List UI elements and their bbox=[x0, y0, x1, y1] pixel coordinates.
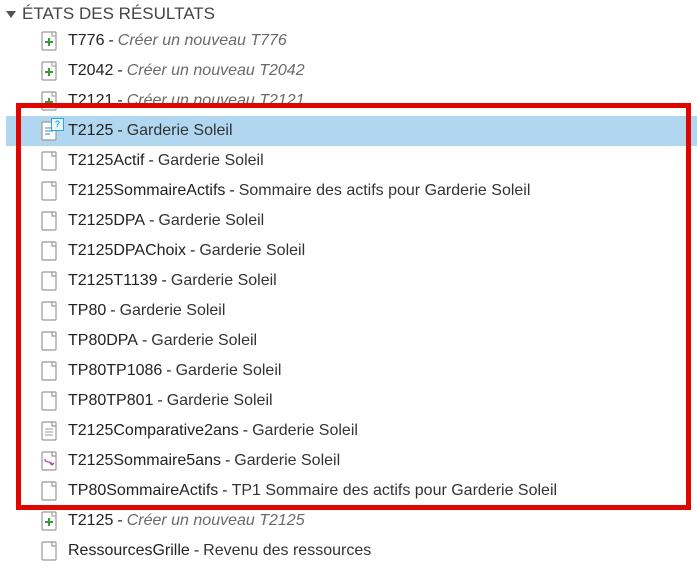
document-arrow-icon bbox=[40, 450, 58, 472]
row-dash: - bbox=[117, 92, 122, 110]
row-code: T2125Comparative2ans bbox=[68, 422, 239, 440]
row-code: TP80TP1086 bbox=[68, 362, 162, 380]
row-label: Créer un nouveau T776 bbox=[118, 32, 287, 50]
row-tp80tp801[interactable]: TP80TP801 - Garderie Soleil bbox=[6, 386, 697, 416]
new-document-icon bbox=[40, 30, 58, 52]
document-icon bbox=[40, 150, 58, 172]
row-label: Garderie Soleil bbox=[252, 422, 358, 440]
row-code: TP80TP801 bbox=[68, 392, 153, 410]
row-code: T776 bbox=[68, 32, 104, 50]
row-dash: - bbox=[225, 452, 230, 470]
section-title: ÉTATS DES RÉSULTATS bbox=[22, 4, 215, 24]
row-code: TP80SommaireActifs bbox=[68, 482, 218, 500]
document-icon bbox=[40, 480, 58, 502]
row-code: T2125Sommaire5ans bbox=[68, 452, 221, 470]
document-icon bbox=[40, 240, 58, 262]
row-t2125dpa[interactable]: T2125DPA - Garderie Soleil bbox=[6, 206, 697, 236]
row-label: Garderie Soleil bbox=[120, 302, 226, 320]
row-t2125dpachoix[interactable]: T2125DPAChoix - Garderie Soleil bbox=[6, 236, 697, 266]
row-dash: - bbox=[243, 422, 248, 440]
row-label: Créer un nouveau T2121 bbox=[127, 92, 305, 110]
row-dash: - bbox=[117, 62, 122, 80]
row-code: T2125DPA bbox=[68, 212, 145, 230]
help-badge-icon: ? bbox=[51, 118, 64, 131]
row-code: TP80 bbox=[68, 302, 106, 320]
row-code: T2125T1139 bbox=[68, 272, 158, 290]
row-dash: - bbox=[117, 512, 122, 530]
row-ressgrille[interactable]: RessourcesGrille - Revenu des ressources bbox=[6, 536, 697, 566]
row-t2042[interactable]: T2042 - Créer un nouveau T2042 bbox=[6, 56, 697, 86]
row-code: T2125 bbox=[68, 122, 113, 140]
row-code: T2125DPAChoix bbox=[68, 242, 186, 260]
row-label: Garderie Soleil bbox=[176, 362, 282, 380]
document-icon bbox=[40, 210, 58, 232]
row-label: Garderie Soleil bbox=[199, 242, 305, 260]
row-dash: - bbox=[162, 272, 167, 290]
row-tp80[interactable]: TP80 - Garderie Soleil bbox=[6, 296, 697, 326]
row-dash: - bbox=[229, 182, 234, 200]
row-dash: - bbox=[110, 302, 115, 320]
row-label: Garderie Soleil bbox=[171, 272, 277, 290]
new-document-icon bbox=[40, 60, 58, 82]
row-label: Garderie Soleil bbox=[234, 452, 340, 470]
row-t2125t1139[interactable]: T2125T1139 - Garderie Soleil bbox=[6, 266, 697, 296]
document-icon bbox=[40, 270, 58, 292]
row-tp80dpa[interactable]: TP80DPA - Garderie Soleil bbox=[6, 326, 697, 356]
row-dash: - bbox=[108, 32, 113, 50]
document-icon bbox=[40, 540, 58, 562]
document-lines-icon bbox=[40, 420, 58, 442]
row-t2121[interactable]: T2121 - Créer un nouveau T2121 bbox=[6, 86, 697, 116]
row-label: Garderie Soleil bbox=[127, 122, 233, 140]
row-label: Garderie Soleil bbox=[158, 212, 264, 230]
row-code: RessourcesGrille bbox=[68, 542, 190, 560]
row-label: Garderie Soleil bbox=[158, 152, 264, 170]
section-header[interactable]: ÉTATS DES RÉSULTATS bbox=[6, 4, 697, 24]
row-dash: - bbox=[157, 392, 162, 410]
row-t2125-sel[interactable]: ? T2125 - Garderie Soleil bbox=[6, 116, 697, 146]
row-label: Créer un nouveau T2125 bbox=[127, 512, 305, 530]
row-t776[interactable]: T776 - Créer un nouveau T776 bbox=[6, 26, 697, 56]
row-code: T2125SommaireActifs bbox=[68, 182, 225, 200]
document-icon bbox=[40, 330, 58, 352]
row-t2125actif[interactable]: T2125Actif - Garderie Soleil bbox=[6, 146, 697, 176]
row-label: Garderie Soleil bbox=[151, 332, 257, 350]
row-label: Revenu des ressources bbox=[203, 542, 371, 560]
row-dash: - bbox=[194, 542, 199, 560]
row-code: T2042 bbox=[68, 62, 113, 80]
tree-root: ÉTATS DES RÉSULTATS T776 - Créer un nouv… bbox=[0, 0, 697, 572]
document-icon bbox=[40, 180, 58, 202]
row-dash: - bbox=[166, 362, 171, 380]
new-document-icon bbox=[40, 90, 58, 112]
row-t2125comp2[interactable]: T2125Comparative2ans - Garderie Soleil bbox=[6, 416, 697, 446]
document-icon bbox=[40, 390, 58, 412]
document-icon bbox=[40, 300, 58, 322]
row-label: Sommaire des actifs pour Garderie Soleil bbox=[239, 182, 531, 200]
document-selected-icon: ? bbox=[40, 120, 58, 142]
row-code: T2125 bbox=[68, 512, 113, 530]
new-document-icon bbox=[40, 510, 58, 532]
row-label: Créer un nouveau T2042 bbox=[127, 62, 305, 80]
row-label: Garderie Soleil bbox=[167, 392, 273, 410]
row-code: TP80DPA bbox=[68, 332, 138, 350]
row-tp80tp1086[interactable]: TP80TP1086 - Garderie Soleil bbox=[6, 356, 697, 386]
tree-rows: T776 - Créer un nouveau T776T2042 - Crée… bbox=[6, 26, 697, 566]
row-dash: - bbox=[148, 152, 153, 170]
row-dash: - bbox=[149, 212, 154, 230]
row-dash: - bbox=[117, 122, 122, 140]
row-dash: - bbox=[142, 332, 147, 350]
row-code: T2121 bbox=[68, 92, 113, 110]
row-dash: - bbox=[222, 482, 227, 500]
row-t2125sommactifs[interactable]: T2125SommaireActifs - Sommaire des actif… bbox=[6, 176, 697, 206]
row-label: TP1 Sommaire des actifs pour Garderie So… bbox=[232, 482, 557, 500]
row-t2125somm5[interactable]: T2125Sommaire5ans - Garderie Soleil bbox=[6, 446, 697, 476]
document-icon bbox=[40, 360, 58, 382]
row-code: T2125Actif bbox=[68, 152, 144, 170]
row-tp80sommactifs[interactable]: TP80SommaireActifs - TP1 Sommaire des ac… bbox=[6, 476, 697, 506]
row-t2125-new[interactable]: T2125 - Créer un nouveau T2125 bbox=[6, 506, 697, 536]
row-dash: - bbox=[190, 242, 195, 260]
collapse-arrow-icon[interactable] bbox=[6, 11, 16, 18]
